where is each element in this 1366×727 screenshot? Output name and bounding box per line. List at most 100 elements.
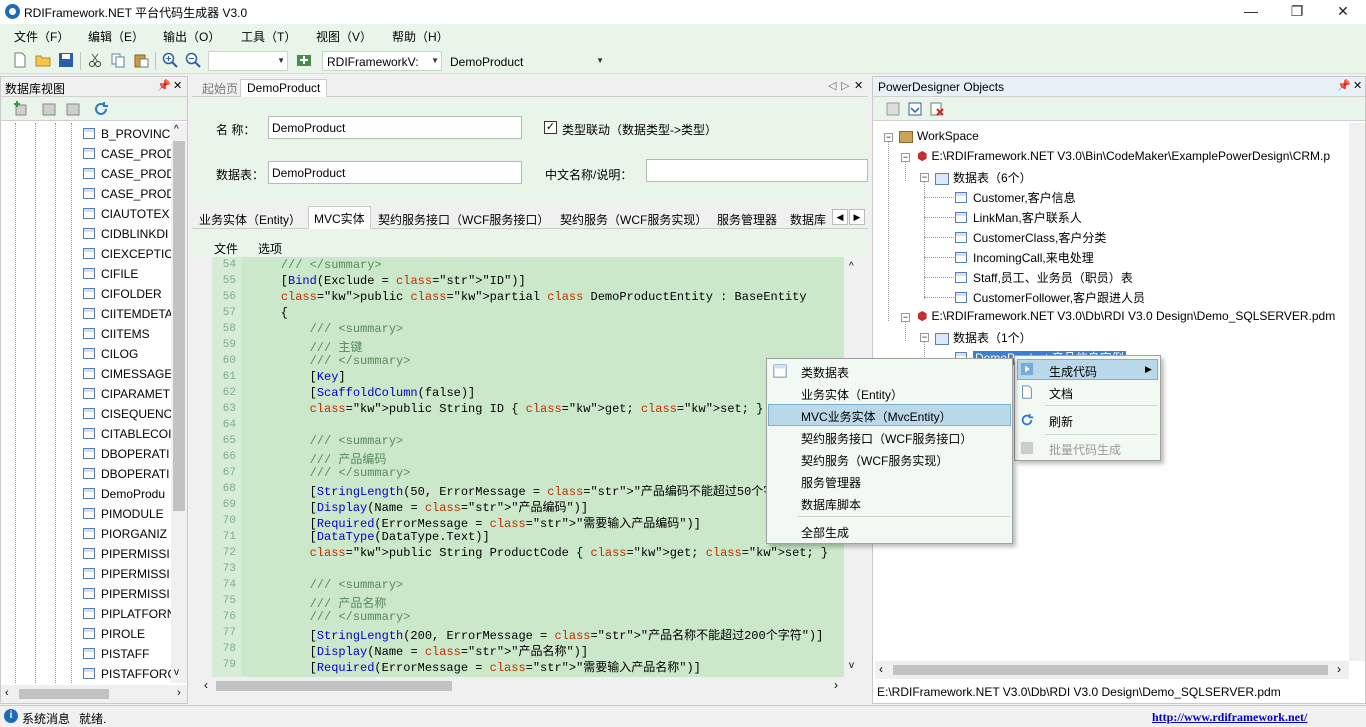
table-list-item[interactable]: PIROLE xyxy=(83,627,171,647)
menu-refresh[interactable]: 刷新 xyxy=(1049,413,1073,430)
close-panel-icon[interactable]: ✕ xyxy=(1353,79,1362,92)
table-list-item[interactable]: CASE_PROD xyxy=(83,147,171,167)
tab-service-manager[interactable]: 服务管理器 xyxy=(712,208,782,229)
table-list-item[interactable]: PIPERMISSI xyxy=(83,587,171,607)
table-list-item[interactable]: CIEXCEPTIC xyxy=(83,247,171,267)
minimize-button[interactable]: — xyxy=(1228,0,1274,24)
collapse-folder-icon[interactable]: − xyxy=(920,333,929,342)
table-list-item[interactable]: CIFOLDER xyxy=(83,287,171,307)
menu-view[interactable]: 视图（V） xyxy=(316,28,372,45)
zoom-out-icon[interactable] xyxy=(185,52,201,68)
database-connect-icon[interactable] xyxy=(296,52,312,68)
code-editor[interactable]: 54 55 56 57 58 59 60 61 62 63 64 65 66 67 68 69 70 71 72 73… xyxy=(212,257,844,677)
model-add-icon[interactable] xyxy=(885,101,901,117)
copy-icon[interactable] xyxy=(110,52,126,68)
zoom-in-icon[interactable] xyxy=(162,52,178,68)
powerdesigner-vscroll[interactable] xyxy=(1349,123,1365,661)
table-list-item[interactable]: PISTAFF xyxy=(83,647,171,667)
table-list-item[interactable]: PISTAFFORG xyxy=(83,667,171,687)
menu-tools[interactable]: 工具（T） xyxy=(241,28,296,45)
save-icon[interactable] xyxy=(58,52,74,68)
menu-generate-code[interactable]: 生成代码 xyxy=(1049,363,1097,380)
menu-file[interactable]: 文件（F） xyxy=(14,28,69,45)
database-view-hscroll[interactable]: ‹ › xyxy=(1,685,187,703)
code-menu-file[interactable]: 文件 xyxy=(214,240,238,257)
menu-output[interactable]: 输出（O） xyxy=(163,28,220,45)
menu-entity[interactable]: 业务实体（Entity） xyxy=(801,386,903,403)
table-list-item[interactable]: CIITEMDETA xyxy=(83,307,171,327)
table-list-item[interactable]: PIORGANIZ xyxy=(83,527,171,547)
type-link-checkbox[interactable]: ✓ xyxy=(544,121,557,134)
tab-scroll-left-icon[interactable]: ◁ xyxy=(828,79,836,92)
menu-mvc-entity[interactable]: MVC业务实体（MvcEntity） xyxy=(801,408,952,425)
collapse-model-icon[interactable]: − xyxy=(901,313,910,322)
code-menu-options[interactable]: 选项 xyxy=(258,240,282,257)
add-table-icon[interactable] xyxy=(13,101,29,117)
table-list-item[interactable]: DemoProdu xyxy=(83,487,171,507)
table-select[interactable]: DemoProduct ▼ xyxy=(445,51,607,71)
table-list-item[interactable]: CASE_PROD xyxy=(83,187,171,207)
close-panel-icon[interactable]: ✕ xyxy=(173,79,182,92)
model-check-icon[interactable] xyxy=(907,101,923,117)
table-list-item[interactable]: CILOG xyxy=(83,347,171,367)
name-input[interactable]: DemoProduct xyxy=(268,116,522,139)
table-list-item[interactable]: B_PROVINC xyxy=(83,127,171,147)
refresh-icon[interactable] xyxy=(93,101,109,117)
collapse-model-icon[interactable]: − xyxy=(901,153,910,162)
zoom-combo[interactable]: ▼ xyxy=(208,51,288,71)
table-list-item[interactable]: CIITEMS xyxy=(83,327,171,347)
tree-table-item[interactable]: Staff,员工、业务员（职员）表 xyxy=(955,269,1133,286)
table-input[interactable]: DemoProduct xyxy=(268,161,522,184)
menu-db-script[interactable]: 数据库脚本 xyxy=(801,496,861,513)
table-list-item[interactable]: CIAUTOTEX xyxy=(83,207,171,227)
paste-icon[interactable] xyxy=(133,52,149,68)
table-export-icon[interactable] xyxy=(65,101,81,117)
table-list-item[interactable]: CASE_PROD xyxy=(83,167,171,187)
menu-service-manager[interactable]: 服务管理器 xyxy=(801,474,861,491)
table-list-item[interactable]: CIDBLINKDI xyxy=(83,227,171,247)
code-hscroll[interactable]: ‹ › xyxy=(192,677,862,695)
tab-database[interactable]: 数据库 xyxy=(785,208,831,229)
menu-wcf-service[interactable]: 契约服务（WCF服务实现） xyxy=(801,452,948,469)
table-list-item[interactable]: CIMESSAGE xyxy=(83,367,171,387)
maximize-button[interactable]: ❐ xyxy=(1274,0,1320,24)
tree-table-item[interactable]: CustomerFollower,客户跟进人员 xyxy=(955,289,1145,306)
website-link[interactable]: http://www.rdiframework.net/ xyxy=(1152,710,1307,725)
tree-table-item[interactable]: LinkMan,客户联系人 xyxy=(955,209,1082,226)
collapse-folder-icon[interactable]: − xyxy=(920,173,929,182)
cn-name-input[interactable] xyxy=(646,159,868,182)
close-tab-icon[interactable]: ✕ xyxy=(854,79,863,92)
database-select[interactable]: RDIFrameworkV: ▼ xyxy=(322,51,442,71)
database-view-scrollbar[interactable]: ^ v xyxy=(171,123,187,683)
tab-entity[interactable]: 业务实体（Entity） xyxy=(194,208,306,229)
open-folder-icon[interactable] xyxy=(35,52,51,68)
tree-model-crm[interactable]: ⬢ E:\RDIFramework.NET V3.0\Bin\CodeMaker\… xyxy=(917,149,1330,163)
tab-scroll-right-icon[interactable]: ▷ xyxy=(841,79,849,92)
tab-wcf-service[interactable]: 契约服务（WCF服务实现） xyxy=(555,208,712,229)
menu-generate-all[interactable]: 全部生成 xyxy=(801,524,849,541)
pin-icon[interactable]: 📌 xyxy=(1337,79,1351,92)
table-list-item[interactable]: PIPERMISSI xyxy=(83,567,171,587)
table-list-item[interactable]: CIPARAMET xyxy=(83,387,171,407)
pin-icon[interactable]: 📌 xyxy=(157,79,171,92)
table-list-item[interactable]: PIPERMISSI xyxy=(83,547,171,567)
menu-class-table[interactable]: 类数据表 xyxy=(801,364,849,381)
table-list-item[interactable]: PIMODULE xyxy=(83,507,171,527)
table-list-item[interactable]: CISEQUENC xyxy=(83,407,171,427)
table-list-item[interactable]: CIFILE xyxy=(83,267,171,287)
table-list-item[interactable]: PIPLATFORN xyxy=(83,607,171,627)
tree-table-item[interactable]: IncomingCall,来电处理 xyxy=(955,249,1094,266)
tab-wcf-interface[interactable]: 契约服务接口（WCF服务接口） xyxy=(373,208,554,229)
table-group-icon[interactable] xyxy=(41,101,57,117)
cut-icon[interactable] xyxy=(87,52,103,68)
tree-table-item[interactable]: CustomerClass,客户分类 xyxy=(955,229,1106,246)
new-file-icon[interactable] xyxy=(12,52,28,68)
tree-folder-tables[interactable]: 数据表（1个） xyxy=(935,329,1032,346)
tab-start-page[interactable]: 起始页 xyxy=(196,79,244,97)
subtab-right-icon[interactable]: ▶ xyxy=(849,209,865,225)
table-list-item[interactable]: DBOPERATI xyxy=(83,447,171,467)
collapse-workspace-icon[interactable]: − xyxy=(884,133,893,142)
table-list-item[interactable]: DBOPERATI xyxy=(83,467,171,487)
subtab-left-icon[interactable]: ◀ xyxy=(832,209,848,225)
tab-mvc-entity[interactable]: MVC实体 xyxy=(308,206,371,229)
